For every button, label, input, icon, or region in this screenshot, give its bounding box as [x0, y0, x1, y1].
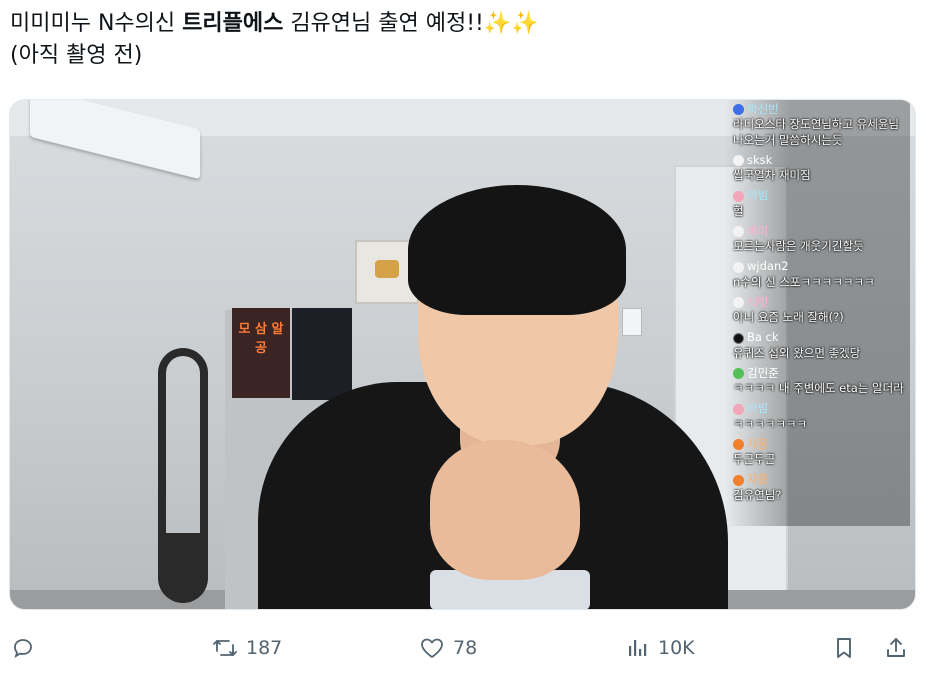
- chat-username: 자몽: [747, 472, 769, 487]
- chat-user-row: 자몽: [733, 437, 906, 452]
- user-badge-icon: [733, 261, 744, 273]
- tweet-text-part1: 미미미누 N수의신: [10, 11, 183, 36]
- chat-username: 캐럿: [747, 294, 769, 309]
- like-button[interactable]: 78: [419, 628, 477, 668]
- play-button-icon: [375, 260, 399, 278]
- retweet-count: 187: [246, 637, 283, 659]
- views-count: 10K: [658, 637, 695, 659]
- reply-button[interactable]: [11, 628, 35, 668]
- poster-text: 모 삼 알 공: [238, 322, 284, 356]
- chat-user-row: sksk: [733, 153, 906, 168]
- retweet-icon: [213, 640, 237, 656]
- live-chat-overlay: 박신빈 라디오스타 장도연님하고 유세윤님 나오는거 말씀하시는듯 sksk 썹…: [725, 100, 910, 526]
- chat-message: 김민준 ㅋㅋㅋㅋ 내 주변에도 eta는 알더라: [733, 366, 906, 397]
- user-badge-icon: [733, 190, 744, 202]
- chat-user-row: 박신빈: [733, 102, 906, 117]
- chat-username: 자몽: [747, 436, 769, 451]
- chat-username: sksk: [747, 152, 773, 167]
- user-badge-icon: [733, 439, 744, 450]
- chat-message: 자몽 김유연님?: [733, 472, 906, 504]
- chat-message: 라빔 헐: [733, 188, 906, 220]
- chat-user-row: 캐럿: [733, 295, 906, 310]
- user-badge-icon: [733, 474, 744, 486]
- chat-username: 바미: [747, 223, 769, 238]
- chat-message: wjdan2 n수의 신 스포ㅋㅋㅋㅋㅋㅋㅋ: [733, 259, 906, 291]
- tweet-text-bold: 트리플에스: [182, 11, 284, 36]
- retweet-button[interactable]: 187: [212, 628, 282, 668]
- chat-user-row: 자몽: [733, 472, 906, 488]
- bladeless-fan: [158, 348, 208, 603]
- light-switch: [622, 308, 642, 336]
- chat-message-text: 썹국열차 재미짐: [733, 168, 811, 182]
- poster-right: [292, 308, 352, 400]
- chat-message: 박신빈 라디오스타 장도연님하고 유세윤님 나오는거 말씀하시는듯: [733, 102, 906, 148]
- poster-left: 모 삼 알 공: [232, 308, 290, 398]
- person-hair: [408, 185, 626, 315]
- tweet-action-bar: 187 78 10K: [0, 628, 940, 668]
- chat-message: 라빔 ㅋㅋㅋㅋㅋㅋㅋ: [733, 401, 906, 433]
- sparkles-emoji: ✨✨: [483, 11, 539, 36]
- user-badge-icon: [733, 226, 744, 237]
- user-badge-icon: [733, 403, 744, 415]
- chat-message-text: 아니 요즘 노래 잘해(?): [733, 310, 844, 324]
- chat-message: sksk 썹국열차 재미짐: [733, 153, 906, 184]
- user-badge-icon: [733, 297, 744, 308]
- user-badge-icon: [733, 155, 744, 166]
- tweet-text-part2: 김유연님 출연 예정!!: [283, 11, 484, 36]
- chat-user-row: 라빔: [733, 188, 906, 204]
- share-icon: [887, 638, 905, 657]
- chat-user-row: wjdan2: [733, 259, 906, 275]
- chat-message-text: ㅋㅋㅋㅋㅋㅋㅋ: [733, 416, 808, 431]
- views-chart-icon: [629, 640, 647, 656]
- like-count: 78: [453, 637, 478, 659]
- heart-icon: [421, 638, 443, 658]
- chat-message-text: 유퀴즈 섭외 왔으면 좋겠당: [733, 345, 861, 360]
- chat-message-text: 라디오스타 장도연님하고 유세윤님 나오는거 말씀하시는듯: [733, 117, 900, 147]
- chat-username: Ba ck: [747, 330, 779, 345]
- user-badge-icon: [733, 104, 744, 115]
- chat-username: 라빔: [747, 188, 769, 203]
- chat-message-text: ㅋㅋㅋㅋ 내 주변에도 eta는 알더라: [733, 381, 904, 395]
- bookmark-button[interactable]: [832, 628, 856, 668]
- chat-username: wjdan2: [747, 259, 789, 274]
- tweet-media-image[interactable]: 모 삼 알 공 박신빈 라디오스타 장도연님하고 유세윤님 나오는거 말씀하시는…: [9, 99, 916, 610]
- person-hand: [430, 440, 580, 580]
- chat-message: 바미 모르는사람은 개웃기긴할듯: [733, 224, 906, 255]
- chat-message: 캐럿 아니 요즘 노래 잘해(?): [733, 295, 906, 326]
- chat-username: 김민준: [747, 365, 779, 380]
- bookmark-icon: [837, 638, 851, 658]
- user-badge-icon: [733, 332, 744, 344]
- chat-message-text: 모르는사람은 개웃기긴할듯: [733, 239, 864, 253]
- views-button[interactable]: 10K: [626, 628, 695, 668]
- chat-message-text: 김유연님?: [733, 487, 782, 502]
- chat-message: Ba ck 유퀴즈 섭외 왔으면 좋겠당: [733, 330, 906, 362]
- reply-icon: [14, 639, 32, 658]
- tweet-text-line2: (아직 촬영 전): [10, 43, 143, 68]
- chat-user-row: 김민준: [733, 366, 906, 381]
- user-badge-icon: [733, 368, 744, 379]
- chat-message: 자몽 두근두근: [733, 437, 906, 468]
- chat-user-row: Ba ck: [733, 330, 906, 346]
- chat-user-row: 바미: [733, 224, 906, 239]
- share-button[interactable]: [884, 628, 908, 668]
- chat-message-text: n수의 신 스포ㅋㅋㅋㅋㅋㅋㅋ: [733, 274, 875, 289]
- chat-user-row: 라빔: [733, 401, 906, 417]
- chat-username: 박신빈: [747, 101, 779, 116]
- chat-message-text: 두근두근: [733, 452, 776, 466]
- chat-username: 라빔: [747, 401, 769, 416]
- tweet-text: 미미미누 N수의신 트리플에스 김유연님 출연 예정!!✨✨ (아직 촬영 전): [10, 8, 910, 72]
- chat-message-text: 헐: [733, 203, 744, 218]
